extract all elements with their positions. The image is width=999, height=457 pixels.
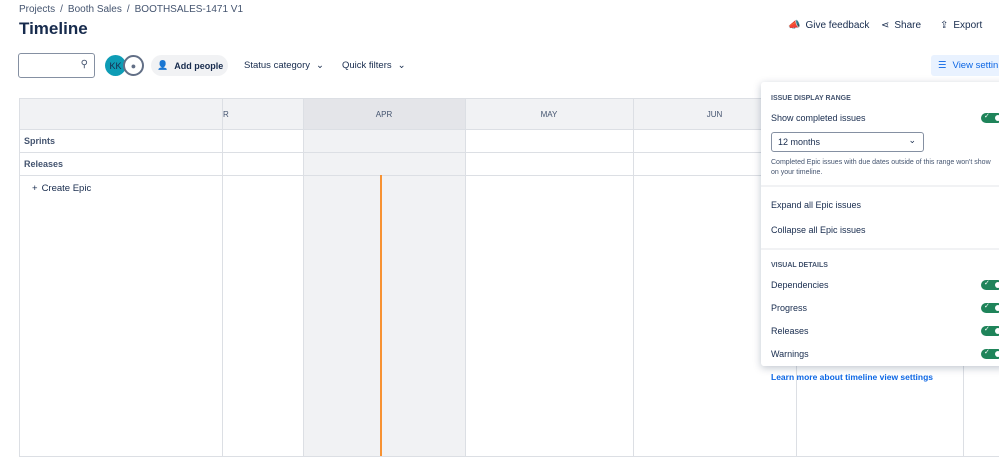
month-mar: R xyxy=(223,110,229,119)
give-feedback-label: Give feedback xyxy=(805,20,870,31)
quick-filters-label: Quick filters xyxy=(342,60,392,71)
chevron-down-icon: ⌄ xyxy=(316,60,324,71)
export-icon: ⇪ xyxy=(940,20,949,31)
today-marker xyxy=(380,175,382,456)
show-completed-label: Show completed issues xyxy=(771,113,866,123)
expand-all-button[interactable]: Expand all Epic issues xyxy=(771,200,861,210)
export-button[interactable]: ⇪ Export xyxy=(940,20,982,31)
dependencies-label: Dependencies xyxy=(771,280,829,290)
range-select[interactable]: 12 months ⌄ xyxy=(771,132,924,152)
visual-heading: VISUAL DETAILS xyxy=(771,262,828,269)
search-input[interactable]: ⚲ xyxy=(18,53,95,78)
export-label: Export xyxy=(953,20,983,31)
divider xyxy=(465,99,466,456)
divider xyxy=(633,99,634,456)
chevron-down-icon: ⌄ xyxy=(397,60,406,71)
divider xyxy=(761,248,999,250)
avatar-unassigned-icon[interactable]: ● xyxy=(123,55,144,76)
search-icon: ⚲ xyxy=(80,59,88,70)
quick-filters-dropdown[interactable]: Quick filters ⌄ xyxy=(342,60,406,71)
megaphone-icon: 📣 xyxy=(788,20,801,31)
releases-label: Releases xyxy=(771,326,809,336)
give-feedback-button[interactable]: 📣 Give feedback xyxy=(788,20,869,31)
sliders-icon: ☰ xyxy=(938,60,947,71)
warnings-toggle[interactable] xyxy=(981,348,999,359)
warnings-label: Warnings xyxy=(771,349,809,359)
share-button[interactable]: ⋖ Share xyxy=(881,20,921,31)
show-completed-toggle[interactable] xyxy=(981,112,999,123)
status-category-label: Status category xyxy=(244,60,311,71)
view-settings-panel: ISSUE DISPLAY RANGE Show completed issue… xyxy=(761,82,999,382)
divider xyxy=(761,185,999,187)
learn-more-link[interactable]: Learn more about timeline view settings xyxy=(771,372,933,382)
progress-toggle[interactable] xyxy=(981,302,999,313)
view-settings-label: View settin xyxy=(952,60,999,71)
add-people-label: Add people xyxy=(174,60,224,71)
releases-toggle[interactable] xyxy=(981,325,999,336)
divider xyxy=(303,99,304,456)
breadcrumb-separator: / xyxy=(126,4,130,15)
status-category-dropdown[interactable]: Status category ⌄ xyxy=(244,60,324,71)
share-icon: ⋖ xyxy=(881,20,890,31)
chevron-down-icon: ⌄ xyxy=(908,135,916,145)
dependencies-toggle[interactable] xyxy=(981,279,999,290)
month-apr: APR xyxy=(375,110,393,119)
share-label: Share xyxy=(894,20,922,31)
view-settings-button[interactable]: ☰ View settin xyxy=(931,55,999,76)
add-person-icon: 👤 xyxy=(157,60,169,70)
collapse-all-button[interactable]: Collapse all Epic issues xyxy=(771,225,866,235)
range-note: Completed Epic issues with due dates out… xyxy=(771,159,991,176)
range-value: 12 months xyxy=(778,137,821,147)
breadcrumb-separator: / xyxy=(60,4,63,15)
progress-label: Progress xyxy=(771,303,808,313)
add-people-button[interactable]: 👤 Add people xyxy=(151,55,228,76)
page-title: Timeline xyxy=(19,19,88,38)
range-heading: ISSUE DISPLAY RANGE xyxy=(771,95,851,102)
row-sprints[interactable]: Sprints xyxy=(24,136,55,146)
create-epic-label: Create Epic xyxy=(41,183,92,194)
divider xyxy=(222,99,223,456)
row-releases[interactable]: Releases xyxy=(24,159,63,169)
breadcrumb-projects[interactable]: Projects xyxy=(19,4,55,15)
plus-icon: + xyxy=(32,183,38,194)
breadcrumb: Projects / Booth Sales / BOOTHSALES-1471 V1 xyxy=(19,4,248,15)
breadcrumb-booth-sales[interactable]: Booth Sales xyxy=(68,4,122,15)
month-may: MAY xyxy=(540,110,558,119)
breadcrumb-version[interactable]: BOOTHSALES-1471 V1 xyxy=(135,4,243,15)
create-epic-button[interactable]: + Create Epic xyxy=(32,183,91,194)
